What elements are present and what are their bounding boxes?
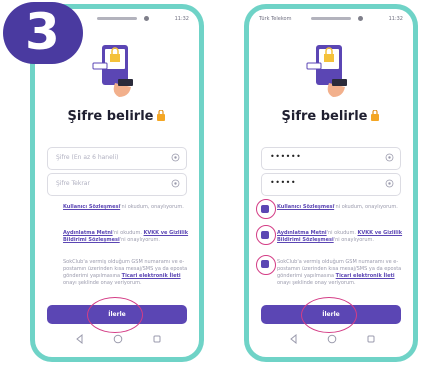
camera-dot: [144, 16, 149, 21]
consent-checkbox[interactable]: [47, 231, 55, 239]
phone-lock-illustration: [306, 45, 347, 97]
eye-icon[interactable]: [171, 179, 180, 188]
step-number: 3: [25, 3, 60, 61]
home-circle-icon[interactable]: [327, 334, 337, 344]
consent-checkbox[interactable]: [47, 205, 55, 213]
eye-icon[interactable]: [385, 153, 394, 162]
continue-button[interactable]: İlerle: [47, 305, 187, 324]
title-text: Şifre belirle: [67, 109, 154, 124]
eye-icon[interactable]: [385, 179, 394, 188]
phone-frame-right: Türk Telekom 11:32 Şifre belirle •••••• …: [244, 4, 418, 362]
consent-text-rest: onayı şeklinde onay veriyorum.: [63, 280, 142, 286]
password-field[interactable]: ••••••: [261, 147, 401, 170]
consent-text: SokClub'a vermiş olduğum GSM numaramı ve…: [63, 259, 189, 287]
password-confirm-field[interactable]: Şifre Tekrar: [47, 173, 187, 196]
consent-text-rest: 'ni onaylıyorum.: [333, 237, 374, 243]
consent-text-rest: 'ni okudum, onaylıyorum.: [334, 204, 398, 210]
status-time: 11:32: [388, 16, 403, 22]
consent-text-mid: 'ni okudum.: [112, 230, 144, 236]
back-triangle-icon[interactable]: [289, 334, 298, 344]
status-time: 11:32: [174, 16, 189, 22]
password-value: ••••••: [270, 152, 302, 161]
lock-icon: [157, 110, 166, 121]
home-circle-icon[interactable]: [113, 334, 123, 344]
consent-text: Aydınlatma Metni'ni okudum. KVKK ve Gizl…: [63, 230, 189, 244]
consent-user-agreement[interactable]: Kullanıcı Sözleşmesi'ni okudum, onaylıyo…: [47, 204, 189, 215]
carrier-label: Türk Telekom: [259, 16, 292, 22]
disclosure-link[interactable]: Aydınlatma Metni: [277, 230, 327, 236]
consent-text: Aydınlatma Metni'ni okudum. KVKK ve Gizl…: [277, 230, 403, 244]
disclosure-link[interactable]: Aydınlatma Metni: [63, 230, 113, 236]
recent-square-icon[interactable]: [367, 335, 375, 343]
eye-icon[interactable]: [171, 153, 180, 162]
consent-checkbox-checked[interactable]: [261, 231, 269, 239]
password-confirm-placeholder: Şifre Tekrar: [56, 180, 90, 187]
consent-text-rest: 'ni onaylıyorum.: [119, 237, 160, 243]
password-confirm-field[interactable]: •••••: [261, 173, 401, 196]
consent-kvkk[interactable]: Aydınlatma Metni'ni okudum. KVKK ve Gizl…: [47, 230, 189, 247]
consent-text: Kullanıcı Sözleşmesi'ni okudum, onaylıyo…: [63, 204, 189, 211]
consent-text-rest: 'ni okudum, onaylıyorum.: [120, 204, 184, 210]
consent-text-rest: onayı şeklinde onay veriyorum.: [277, 280, 356, 286]
android-nav-bar: [249, 333, 413, 347]
commercial-message-link[interactable]: Ticari elektronik İleti: [122, 273, 181, 279]
speaker-grille: [311, 17, 351, 20]
consent-text: SokClub'a vermiş olduğum GSM numaramı ve…: [277, 259, 403, 287]
consent-user-agreement[interactable]: Kullanıcı Sözleşmesi'ni okudum, onaylıyo…: [261, 204, 403, 215]
page-title: Şifre belirle: [35, 109, 199, 124]
password-confirm-value: •••••: [270, 178, 297, 187]
user-agreement-link[interactable]: Kullanıcı Sözleşmesi: [277, 204, 334, 210]
continue-button[interactable]: İlerle: [261, 305, 401, 324]
step-badge: 3: [3, 2, 83, 64]
camera-dot: [358, 16, 363, 21]
recent-square-icon[interactable]: [153, 335, 161, 343]
consent-commercial[interactable]: SokClub'a vermiş olduğum GSM numaramı ve…: [261, 259, 403, 290]
speaker-grille: [97, 17, 137, 20]
title-text: Şifre belirle: [281, 109, 368, 124]
android-nav-bar: [35, 333, 199, 347]
lock-icon: [371, 110, 380, 121]
consent-kvkk[interactable]: Aydınlatma Metni'ni okudum. KVKK ve Gizl…: [261, 230, 403, 247]
consent-text-mid: 'ni okudum.: [326, 230, 358, 236]
consent-checkbox[interactable]: [47, 260, 55, 268]
consent-checkbox-checked[interactable]: [261, 205, 269, 213]
back-triangle-icon[interactable]: [75, 334, 84, 344]
commercial-message-link[interactable]: Ticari elektronik İleti: [336, 273, 395, 279]
user-agreement-link[interactable]: Kullanıcı Sözleşmesi: [63, 204, 120, 210]
page-title: Şifre belirle: [249, 109, 413, 124]
password-placeholder: Şifre (En az 6 haneli): [56, 154, 119, 161]
consent-text: Kullanıcı Sözleşmesi'ni okudum, onaylıyo…: [277, 204, 403, 211]
consent-commercial[interactable]: SokClub'a vermiş olduğum GSM numaramı ve…: [47, 259, 189, 290]
consent-checkbox-checked[interactable]: [261, 260, 269, 268]
password-field[interactable]: Şifre (En az 6 haneli): [47, 147, 187, 170]
phone-lock-illustration: [92, 45, 133, 97]
phone-screen: Türk Telekom 11:32 Şifre belirle •••••• …: [249, 9, 413, 357]
